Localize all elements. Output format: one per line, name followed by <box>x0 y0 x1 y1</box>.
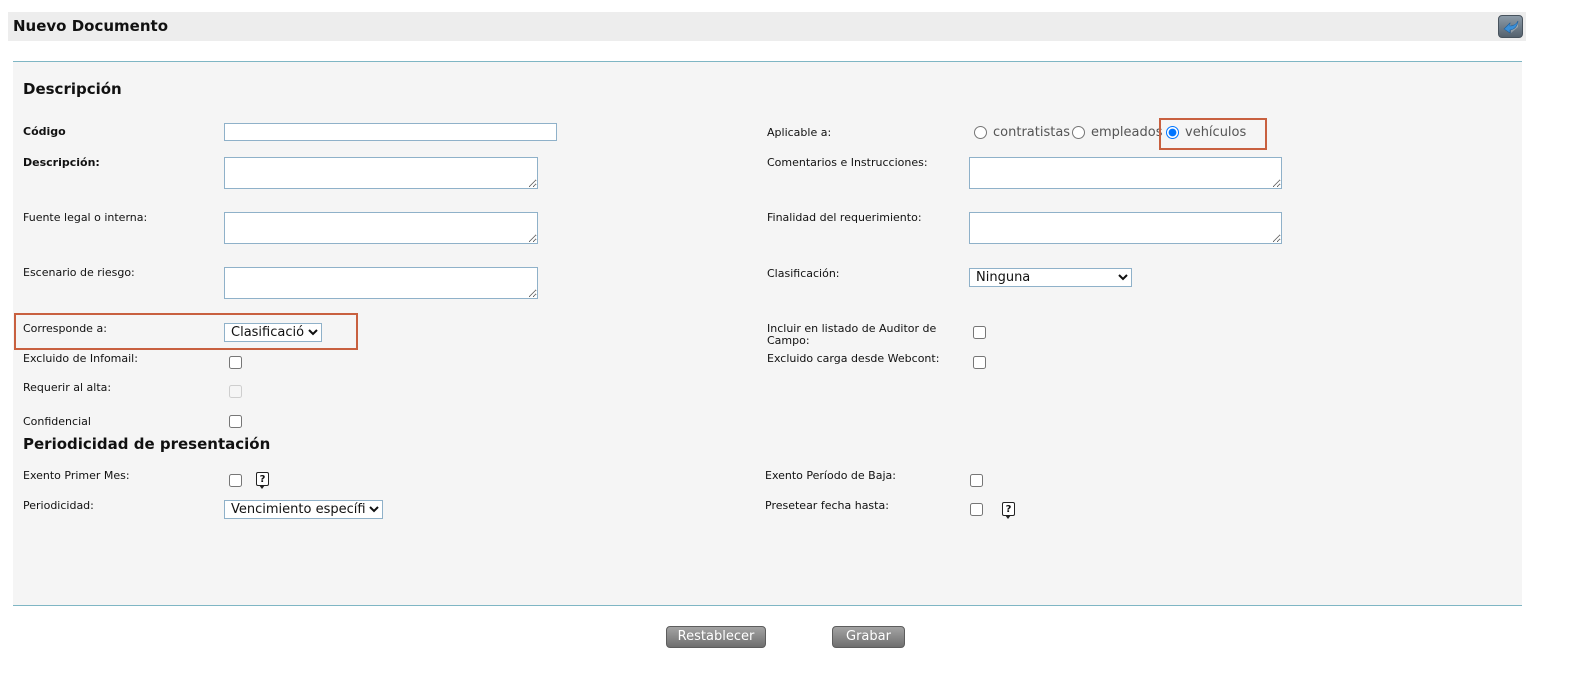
presetear-fecha-label: Presetear fecha hasta: <box>765 499 889 512</box>
excluido-infomail-label: Excluido de Infomail: <box>23 352 138 365</box>
radio-vehiculos-label: vehículos <box>1185 125 1247 140</box>
exento-periodo-baja-checkbox[interactable] <box>970 474 983 487</box>
radio-vehiculos-input[interactable] <box>1166 126 1179 139</box>
section-title-description: Descripción <box>23 80 122 98</box>
finalidad-label: Finalidad del requerimiento: <box>767 211 922 224</box>
comentarios-label: Comentarios e Instrucciones: <box>767 156 928 169</box>
requerir-alta-label: Requerir al alta: <box>23 381 112 394</box>
requerir-alta-checkbox <box>229 385 242 398</box>
radio-vehiculos[interactable]: vehículos <box>1166 125 1246 140</box>
radio-empleados[interactable]: empleados <box>1072 125 1162 140</box>
aplicable-a-label: Aplicable a: <box>767 126 832 139</box>
back-arrow-icon <box>1503 20 1519 34</box>
reset-button[interactable]: Restablecer <box>666 626 766 648</box>
radio-contratistas[interactable]: contratistas <box>974 125 1070 140</box>
excluido-webcont-label: Excluido carga desde Webcont: <box>767 352 940 365</box>
fuente-legal-label: Fuente legal o interna: <box>23 211 148 224</box>
help-icon[interactable]: ? <box>1002 502 1015 519</box>
back-button[interactable] <box>1498 15 1523 38</box>
escenario-riesgo-textarea[interactable] <box>224 267 538 299</box>
exento-primer-mes-label: Exento Primer Mes: <box>23 469 130 482</box>
excluido-webcont-checkbox[interactable] <box>973 356 986 369</box>
radio-contratistas-input[interactable] <box>974 126 987 139</box>
descripcion-label: Descripción: <box>23 156 100 169</box>
confidencial-label: Confidencial <box>23 415 91 428</box>
codigo-input[interactable] <box>224 123 557 141</box>
exento-primer-mes-checkbox[interactable] <box>229 474 242 487</box>
exento-periodo-baja-label: Exento Período de Baja: <box>765 469 896 482</box>
radio-empleados-input[interactable] <box>1072 126 1085 139</box>
codigo-label: Código <box>23 125 66 138</box>
presetear-fecha-checkbox[interactable] <box>970 503 983 516</box>
finalidad-textarea[interactable] <box>969 212 1282 244</box>
escenario-riesgo-label: Escenario de riesgo: <box>23 266 135 279</box>
incluir-auditor-checkbox[interactable] <box>973 326 986 339</box>
save-button[interactable]: Grabar <box>832 626 905 648</box>
descripcion-textarea[interactable] <box>224 157 538 189</box>
clasificacion-select[interactable]: Ninguna <box>969 268 1132 287</box>
help-icon[interactable]: ? <box>256 472 269 489</box>
periodicidad-label: Periodicidad: <box>23 499 94 512</box>
section-title-periodicity: Periodicidad de presentación <box>23 435 271 453</box>
comentarios-textarea[interactable] <box>969 157 1282 189</box>
incluir-auditor-label: Incluir en listado de Auditor de Campo: <box>767 322 937 347</box>
excluido-infomail-checkbox[interactable] <box>229 356 242 369</box>
corresponde-a-select[interactable]: Clasificación <box>224 323 322 342</box>
page-header: Nuevo Documento <box>8 12 1526 41</box>
fuente-legal-textarea[interactable] <box>224 212 538 244</box>
clasificacion-label: Clasificación: <box>767 267 840 280</box>
page: Nuevo Documento Descripción Código Descr… <box>0 0 1586 674</box>
radio-empleados-label: empleados <box>1091 125 1163 140</box>
page-title: Nuevo Documento <box>13 17 168 35</box>
radio-contratistas-label: contratistas <box>993 125 1071 140</box>
corresponde-a-label: Corresponde a: <box>23 322 107 335</box>
confidencial-checkbox[interactable] <box>229 415 242 428</box>
periodicidad-select[interactable]: Vencimiento específico <box>224 500 383 519</box>
